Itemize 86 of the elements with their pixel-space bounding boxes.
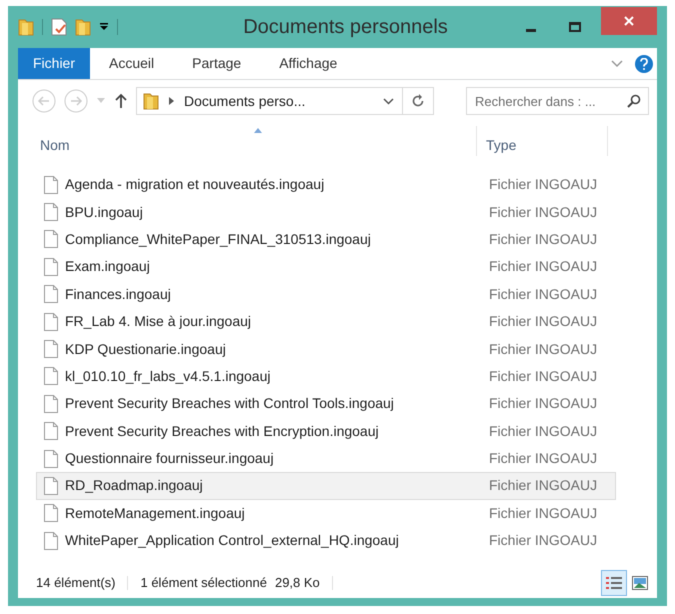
file-type: Fichier INGOAUJ (489, 284, 598, 304)
folder-icon (143, 92, 159, 110)
document-icon (43, 256, 59, 277)
document-icon (43, 312, 59, 332)
close-icon (624, 16, 634, 26)
properties-icon[interactable] (51, 18, 67, 36)
file-name: Finances.ingoauj (65, 284, 172, 304)
list-icon (606, 576, 622, 590)
details-view-button[interactable] (601, 570, 627, 596)
document-icon (43, 202, 59, 222)
file-name: BPU.ingoauj (65, 202, 144, 222)
item-count: 14 élément(s) (36, 574, 116, 592)
file-row[interactable]: Finances.ingoauj Fichier INGOAUJ (36, 280, 616, 308)
ribbon-tab[interactable]: Affichage (260, 48, 356, 79)
document-icon (43, 284, 59, 304)
file-row[interactable]: Prevent Security Breaches with Control Tools.ingoauj Fichier INGOAUJ (36, 390, 616, 418)
file-type: Fichier INGOAUJ (489, 476, 598, 496)
file-type: Fichier INGOAUJ (489, 202, 598, 222)
sort-arrow-icon (254, 128, 262, 133)
document-icon (43, 366, 59, 386)
file-row[interactable]: Agenda - migration et nouveautés.ingoauj Fichier INGOAUJ (36, 171, 616, 198)
search-field[interactable]: Rechercher dans : ... (466, 87, 649, 115)
file-name: Questionnaire fournisseur.ingoauj (65, 449, 275, 468)
document-icon (43, 421, 59, 442)
file-name: RD_Roadmap.ingoauj (65, 476, 204, 496)
selection-status: 1 élément sélectionné (140, 574, 267, 592)
file-name: Agenda - migration et nouveautés.ingoauj (65, 175, 326, 194)
file-name: KDP Questionarie.ingoauj (65, 340, 227, 359)
file-row[interactable]: KDP Questionarie.ingoauj Fichier INGOAUJ (36, 335, 616, 363)
file-type: Fichier INGOAUJ (489, 312, 598, 332)
file-name: Prevent Security Breaches with Encryption.ingoauj (65, 422, 380, 441)
search-icon (627, 94, 641, 108)
document-icon (43, 229, 59, 250)
file-row[interactable]: Prevent Security Breaches with Encryption.ingoauj Fichier INGOAUJ (36, 418, 616, 445)
file-type: Fichier INGOAUJ (489, 175, 598, 194)
file-type: Fichier INGOAUJ (489, 230, 598, 249)
file-row[interactable]: kl_010.10_fr_labs_v4.5.1.ingoauj Fichier INGOAUJ (36, 362, 616, 390)
file-name: Exam.ingoauj (65, 257, 151, 276)
column-header[interactable]: Type (477, 135, 607, 156)
file-row[interactable]: FR_Lab 4. Mise à jour.ingoauj Fichier INGOAUJ (36, 308, 616, 336)
refresh-icon[interactable] (411, 94, 425, 108)
file-row[interactable]: RD_Roadmap.ingoauj Fichier INGOAUJ (36, 472, 616, 500)
file-name: FR_Lab 4. Mise à jour.ingoauj (65, 312, 252, 332)
breadcrumb-arrow-icon (169, 97, 174, 105)
document-icon (43, 339, 59, 360)
file-name: kl_010.10_fr_labs_v4.5.1.ingoauj (65, 366, 272, 386)
file-row[interactable]: RemoteManagement.ingoauj Fichier INGOAUJ (36, 500, 616, 528)
file-type: Fichier INGOAUJ (489, 394, 598, 414)
file-row[interactable]: Compliance_WhitePaper_FINAL_310513.ingoauj Fichier INGOAUJ (36, 226, 616, 254)
ribbon-tab[interactable]: Fichier (18, 48, 90, 79)
help-icon[interactable] (635, 54, 653, 72)
document-icon (43, 503, 59, 524)
file-row[interactable]: BPU.ingoauj Fichier INGOAUJ (36, 198, 616, 226)
file-row[interactable]: WhitePaper_Application Control_external_HQ.ingoauj Fichier INGOAUJ (36, 527, 616, 554)
document-icon (43, 394, 59, 414)
column-header[interactable]: Nom (18, 135, 476, 156)
document-icon (43, 476, 59, 496)
document-icon (43, 174, 59, 195)
dropdown-icon[interactable] (99, 23, 109, 31)
address-bar[interactable]: Documents perso... (136, 87, 434, 115)
file-row[interactable]: Exam.ingoauj Fichier INGOAUJ (36, 253, 616, 281)
file-type: Fichier INGOAUJ (489, 340, 598, 359)
document-icon (43, 448, 59, 469)
ribbon-tab[interactable]: Accueil (90, 48, 174, 79)
file-type: Fichier INGOAUJ (489, 504, 598, 523)
image-icon (632, 576, 648, 590)
chevron-down-icon[interactable] (383, 98, 394, 104)
file-name: Prevent Security Breaches with Control Tools.ingoauj (65, 394, 395, 414)
file-type: Fichier INGOAUJ (489, 422, 598, 441)
new-folder-icon (75, 18, 91, 36)
selection-size: 29,8 Ko (274, 574, 320, 592)
file-type: Fichier INGOAUJ (489, 531, 598, 550)
document-icon (43, 530, 59, 551)
file-name: Compliance_WhitePaper_FINAL_310513.ingoauj (65, 230, 372, 249)
folder-icon (18, 18, 34, 36)
file-name: RemoteManagement.ingoauj (65, 504, 246, 523)
up-arrow-icon[interactable] (114, 93, 128, 109)
address-path: Documents perso... (184, 92, 306, 111)
file-type: Fichier INGOAUJ (489, 366, 598, 386)
file-name: WhitePaper_Application Control_external_HQ.ingoauj (65, 531, 400, 550)
ribbon-tab[interactable]: Partage (173, 48, 260, 79)
window-title: Documents personnels (242, 15, 449, 40)
file-type: Fichier INGOAUJ (489, 257, 598, 276)
file-type: Fichier INGOAUJ (489, 449, 598, 468)
file-row[interactable]: Questionnaire fournisseur.ingoauj Fichier INGOAUJ (36, 444, 616, 472)
close-button[interactable] (601, 7, 657, 35)
